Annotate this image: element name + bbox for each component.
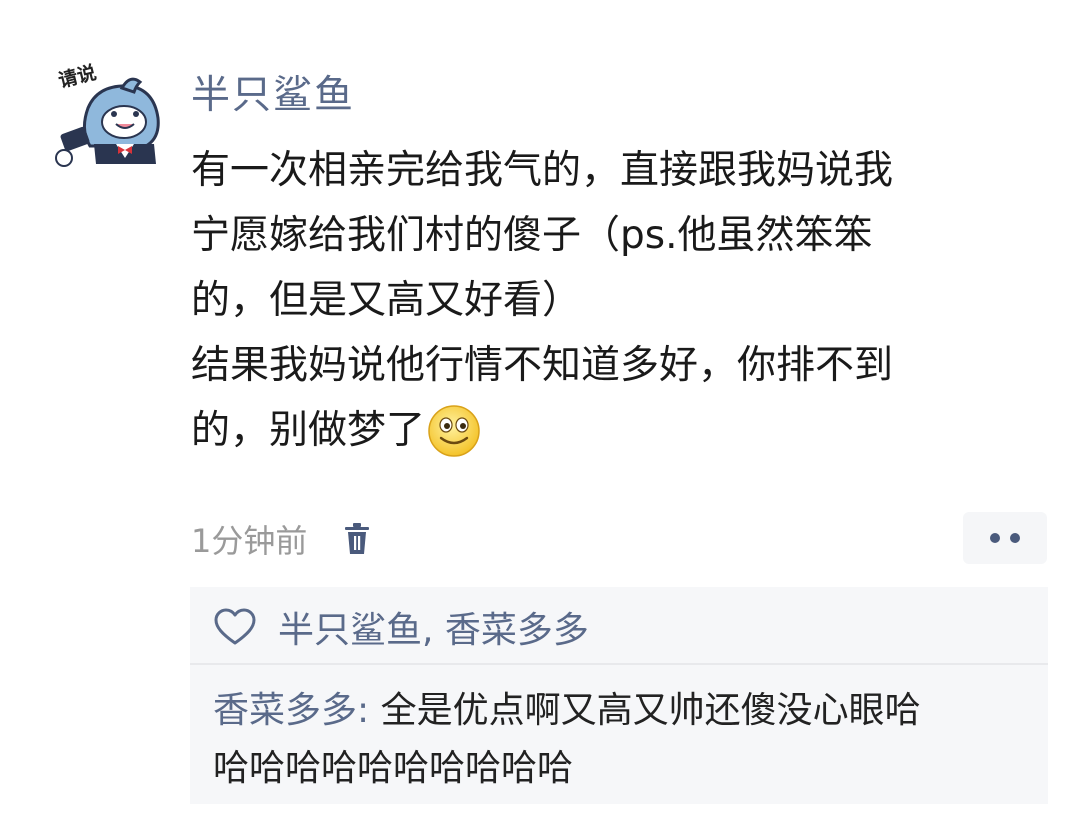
comment[interactable]: 香菜多多: 全是优点啊又高又帅还傻没心眼哈 哈哈哈哈哈哈哈哈哈哈 xyxy=(213,682,1033,798)
interaction-panel: 半只鲨鱼, 香菜多多 香菜多多: 全是优点啊又高又帅还傻没心眼哈 哈哈哈哈哈哈哈… xyxy=(190,587,1048,804)
comment-author[interactable]: 香菜多多 xyxy=(213,690,357,731)
comment-line: 哈哈哈哈哈哈哈哈哈哈 xyxy=(213,748,574,789)
smiley-emoji-icon xyxy=(428,404,480,457)
likers-list[interactable]: 半只鲨鱼, 香菜多多 xyxy=(278,601,589,653)
post-line: 结果我妈说他行情不知道多好，你排不到 xyxy=(191,343,894,388)
post-meta: 1分钟前 xyxy=(191,516,371,562)
more-options-button[interactable] xyxy=(963,512,1047,564)
comment-text: 全是优点啊又高又帅还傻没心眼哈 xyxy=(380,690,921,731)
comment-line: 香菜多多: 全是优点啊又高又帅还傻没心眼哈 xyxy=(213,682,1033,740)
username[interactable]: 半只鲨鱼 xyxy=(191,72,355,120)
trash-icon[interactable] xyxy=(343,522,371,556)
likes-row[interactable]: 半只鲨鱼, 香菜多多 xyxy=(214,603,589,651)
post-body: 有一次相亲完给我气的，直接跟我妈说我 宁愿嫁给我们村的傻子（ps.他虽然笨笨 的… xyxy=(191,138,1031,463)
post-line: 的，但是又高又好看） xyxy=(191,278,582,323)
comment-separator: : xyxy=(357,690,381,731)
more-dot-icon xyxy=(990,533,1000,543)
divider xyxy=(190,663,1048,665)
avatar[interactable]: 请说 xyxy=(50,60,165,175)
heart-icon[interactable] xyxy=(214,608,256,646)
more-dot-icon xyxy=(1010,533,1020,543)
post-time: 1分钟前 xyxy=(191,522,308,560)
post-line-text: 的，别做梦了 xyxy=(191,408,426,453)
post-line: 有一次相亲完给我气的，直接跟我妈说我 xyxy=(191,148,894,193)
post-line-last: 的，别做梦了 xyxy=(191,398,1031,463)
post-line: 宁愿嫁给我们村的傻子（ps.他虽然笨笨 xyxy=(191,213,873,258)
